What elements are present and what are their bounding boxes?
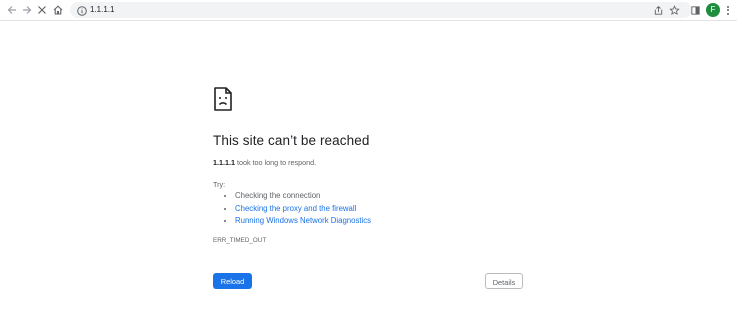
suggestion-link[interactable]: Checking the proxy and the firewall xyxy=(235,204,356,213)
suggestion-check-proxy[interactable]: Checking the proxy and the firewall xyxy=(235,203,371,216)
suggestion-check-connection: Checking the connection xyxy=(235,190,371,203)
profile-avatar[interactable]: F xyxy=(706,3,720,17)
reload-button[interactable]: Reload xyxy=(213,273,252,289)
error-code: ERR_TIMED_OUT xyxy=(213,237,267,244)
error-message-text: took too long to respond. xyxy=(234,158,317,167)
home-icon[interactable] xyxy=(50,2,66,18)
info-icon[interactable] xyxy=(76,4,88,16)
sad-page-icon xyxy=(213,87,233,116)
menu-icon[interactable] xyxy=(724,3,732,17)
details-button[interactable]: Details xyxy=(485,273,523,289)
address-text[interactable]: 1.1.1.1 xyxy=(90,2,114,18)
share-icon[interactable] xyxy=(652,4,664,16)
browser-toolbar: 1.1.1.1 F xyxy=(0,0,737,21)
stop-icon[interactable] xyxy=(34,2,50,18)
suggestions-list: Checking the connection Checking the pro… xyxy=(225,190,371,228)
suggestion-text: Checking the connection xyxy=(235,191,321,200)
error-title: This site can’t be reached xyxy=(213,133,370,148)
back-icon[interactable] xyxy=(4,2,20,18)
address-bar[interactable]: 1.1.1.1 xyxy=(70,2,692,18)
suggestion-network-diagnostics[interactable]: Running Windows Network Diagnostics xyxy=(235,215,371,228)
error-message: 1.1.1.1 took too long to respond. xyxy=(213,158,316,167)
sidepanel-icon[interactable] xyxy=(687,2,703,18)
try-label: Try: xyxy=(213,180,226,189)
star-icon[interactable] xyxy=(668,4,680,16)
forward-icon[interactable] xyxy=(19,2,35,18)
suggestion-link[interactable]: Running Windows Network Diagnostics xyxy=(235,216,371,225)
error-host: 1.1.1.1 xyxy=(213,158,235,167)
